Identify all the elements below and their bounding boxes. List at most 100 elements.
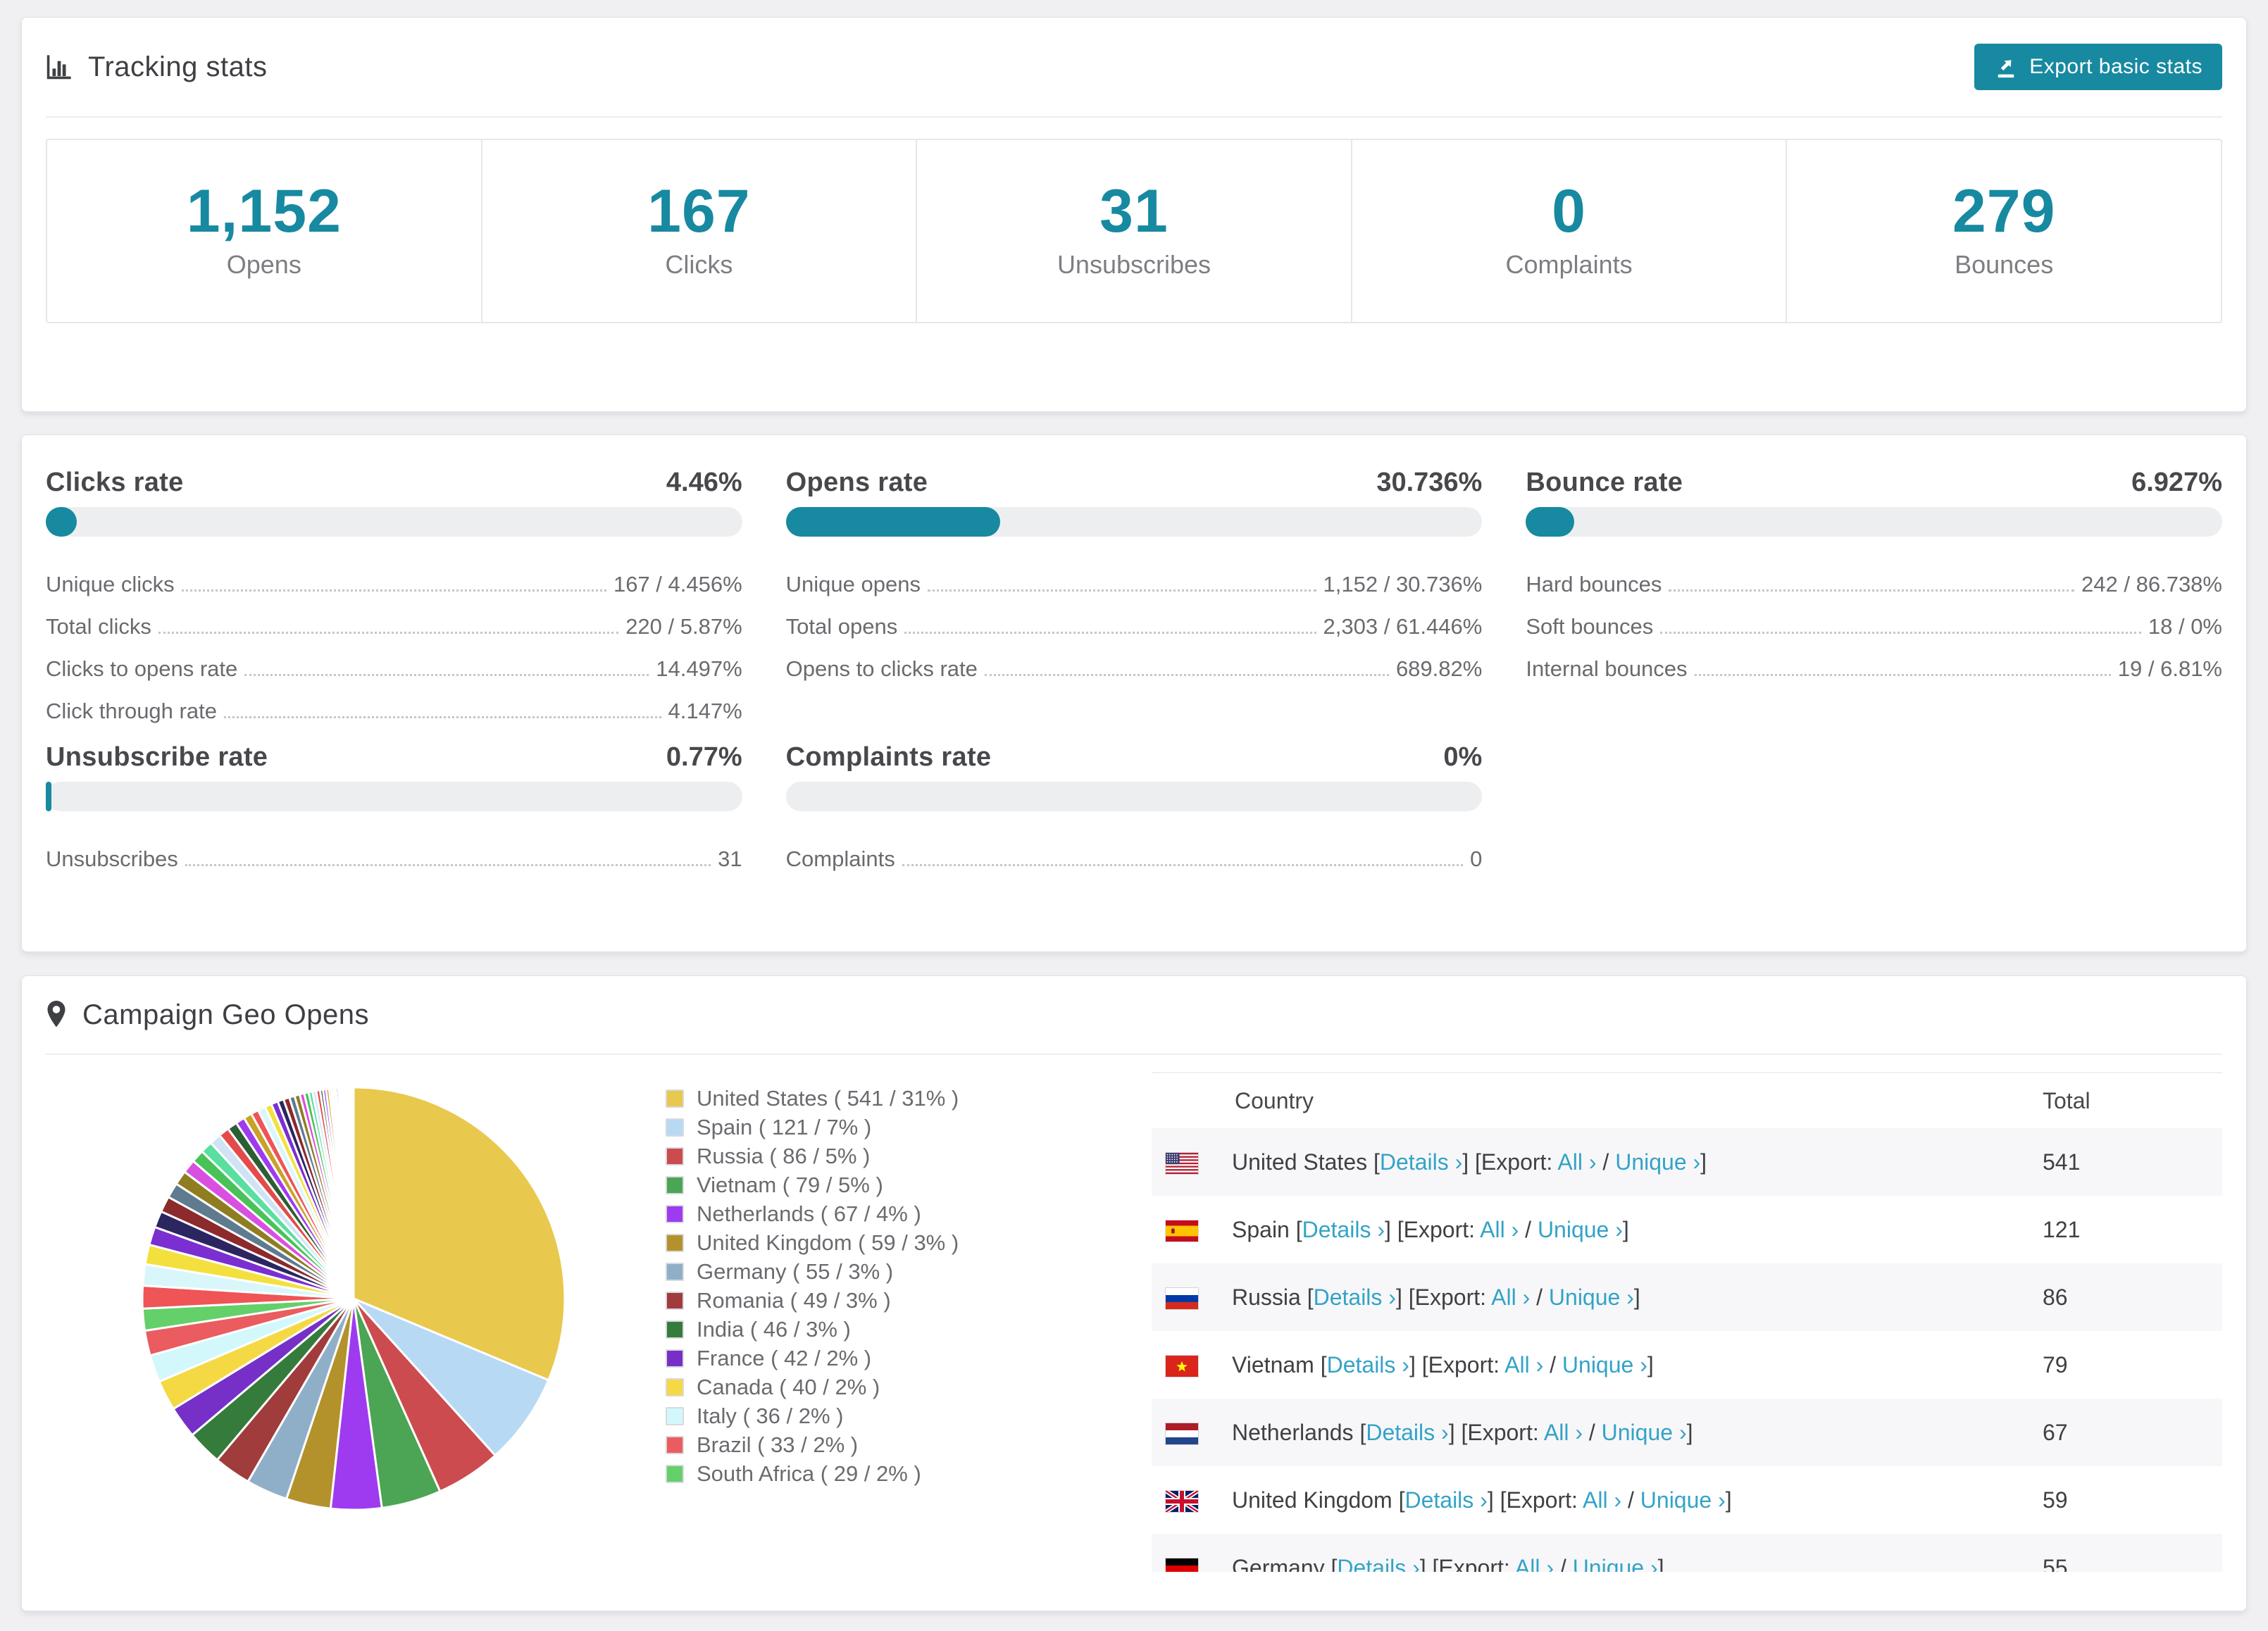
export-all-link[interactable]: All › [1480, 1217, 1519, 1242]
legend-item: Russia ( 86 / 5% ) [666, 1144, 1152, 1169]
export-unique-link[interactable]: Unique › [1549, 1285, 1634, 1310]
legend-label: Netherlands ( 67 / 4% ) [697, 1201, 921, 1226]
legend-item: Germany ( 55 / 3% ) [666, 1259, 1152, 1285]
geo-pie-chart [46, 1072, 666, 1572]
legend-label: Brazil ( 33 / 2% ) [697, 1432, 859, 1457]
export-button-label: Export basic stats [2029, 55, 2202, 78]
dotted-leader [223, 716, 661, 718]
export-all-link[interactable]: All › [1583, 1487, 1621, 1513]
legend-item: United Kingdom ( 59 / 3% ) [666, 1230, 1152, 1256]
legend-label: Russia ( 86 / 5% ) [697, 1144, 871, 1168]
legend-swatch [666, 1205, 684, 1223]
bar-chart-icon [46, 54, 73, 80]
country-cell: Netherlands [Details ›] [Export: All › /… [1152, 1399, 2043, 1466]
rate-detail-label: Internal bounces [1526, 656, 1688, 681]
export-all-link[interactable]: All › [1504, 1352, 1543, 1377]
tracking-stats-header: Tracking stats Export basic stats [46, 18, 2222, 116]
country-cell: United Kingdom [Details ›] [Export: All … [1152, 1466, 2043, 1534]
rate-title: Clicks rate [46, 468, 184, 497]
rate-progress-track [46, 507, 742, 537]
dotted-leader [1660, 632, 2141, 634]
rate-section-unsubscribe-rate: Unsubscribe rate 0.77% Unsubscribes 31 [46, 742, 742, 872]
rate-detail-row: Complaints 0 [786, 846, 1483, 872]
details-link[interactable]: Details › [1302, 1217, 1385, 1242]
rate-detail-label: Clicks to opens rate [46, 656, 238, 681]
rate-detail-label: Unique opens [785, 572, 921, 596]
rate-detail-row: Clicks to opens rate 14.497% [46, 656, 742, 682]
rate-section-clicks-rate: Clicks rate 4.46% Unique clicks 167 / 4.456… [46, 468, 742, 724]
geo-body: United States ( 541 / 31% ) Spain ( 121 /… [46, 1072, 2222, 1572]
rate-title: Opens rate [785, 468, 928, 497]
pie-chart-svg [141, 1086, 566, 1511]
stat-label: Bounces [1955, 250, 2054, 280]
tracking-dashboard-page: Tracking stats Export basic stats 1,152 O… [0, 17, 2268, 1631]
rate-detail-label: Soft bounces [1526, 614, 1654, 639]
rate-value: 0.77% [666, 742, 742, 772]
rate-detail-row: Hard bounces 242 / 86.738% [1526, 572, 2222, 597]
legend-label: Canada ( 40 / 2% ) [697, 1375, 880, 1399]
geo-table-row-nl: Netherlands [Details ›] [Export: All › /… [1152, 1399, 2222, 1466]
stat-box-complaints: 0 Complaints [1350, 140, 1786, 323]
legend-label: United States ( 541 / 31% ) [697, 1086, 959, 1111]
export-unique-link[interactable]: Unique › [1640, 1487, 1726, 1513]
flag-de-icon [1165, 1558, 1199, 1572]
export-unique-link[interactable]: Unique › [1573, 1555, 1658, 1573]
rate-detail-row: Total clicks 220 / 5.87% [46, 614, 742, 639]
rate-detail-value: 4.147% [668, 699, 742, 723]
stat-label: Clicks [665, 250, 733, 280]
legend-swatch [666, 1465, 684, 1483]
geo-table-row-de: Germany [Details ›] [Export: All › / Uni… [1152, 1534, 2222, 1572]
legend-item: Italy ( 36 / 2% ) [666, 1404, 1152, 1429]
rate-detail-label: Hard bounces [1526, 572, 1662, 596]
details-link[interactable]: Details › [1337, 1555, 1419, 1573]
stat-value: 167 [647, 177, 751, 245]
export-all-link[interactable]: All › [1557, 1149, 1596, 1175]
export-all-link[interactable]: All › [1491, 1285, 1530, 1310]
total-cell: 79 [2043, 1351, 2068, 1377]
legend-label: Germany ( 55 / 3% ) [697, 1259, 894, 1284]
rate-detail-value: 1,152 / 30.736% [1323, 572, 1483, 596]
country-cell: Spain [Details ›] [Export: All › / Uniqu… [1152, 1196, 2043, 1263]
dotted-leader [1694, 674, 2111, 676]
details-link[interactable]: Details › [1404, 1487, 1487, 1513]
rate-detail-row: Total opens 2,303 / 61.446% [786, 614, 1483, 639]
flag-es-icon [1165, 1220, 1199, 1243]
rate-progress-fill [46, 782, 51, 811]
legend-swatch [666, 1320, 684, 1339]
stat-box-unsubscribes: 31 Unsubscribes [916, 140, 1351, 323]
country-name: Netherlands [1232, 1419, 1354, 1445]
geo-table-row-es: Spain [Details ›] [Export: All › / Uniqu… [1152, 1196, 2222, 1263]
details-link[interactable]: Details › [1314, 1285, 1396, 1310]
export-all-link[interactable]: All › [1515, 1555, 1554, 1573]
rates-card: Clicks rate 4.46% Unique clicks 167 / 4.456… [21, 435, 2247, 952]
pie-slice [351, 1086, 355, 1300]
export-unique-link[interactable]: Unique › [1602, 1420, 1687, 1445]
export-unique-link[interactable]: Unique › [1562, 1352, 1647, 1377]
map-pin-icon [46, 1000, 67, 1030]
legend-label: France ( 42 / 2% ) [697, 1346, 872, 1370]
details-link[interactable]: Details › [1327, 1352, 1409, 1377]
legend-item: France ( 42 / 2% ) [666, 1346, 1152, 1371]
legend-item: Netherlands ( 67 / 4% ) [666, 1201, 1152, 1227]
flag-vn-icon [1165, 1355, 1199, 1378]
rate-title: Bounce rate [1526, 468, 1683, 497]
stat-label: Complaints [1505, 250, 1633, 280]
export-unique-link[interactable]: Unique › [1538, 1217, 1623, 1242]
campaign-geo-opens-card: Campaign Geo Opens United States ( 541 /… [21, 975, 2247, 1611]
stat-value: 279 [1952, 177, 2056, 245]
export-basic-stats-button[interactable]: Export basic stats [1974, 44, 2222, 90]
rate-title: Complaints rate [785, 742, 992, 772]
geo-title: Campaign Geo Opens [82, 999, 370, 1030]
rate-detail-value: 2,303 / 61.446% [1323, 614, 1483, 639]
legend-swatch [666, 1176, 684, 1194]
details-link[interactable]: Details › [1380, 1149, 1462, 1175]
export-all-link[interactable]: All › [1544, 1420, 1583, 1445]
total-cell: 55 [2043, 1554, 2068, 1573]
export-unique-link[interactable]: Unique › [1615, 1149, 1700, 1175]
dotted-leader [185, 864, 711, 866]
total-cell: 541 [2043, 1149, 2081, 1175]
details-link[interactable]: Details › [1366, 1420, 1448, 1445]
rate-progress-track [785, 507, 1483, 537]
rate-detail-row: Internal bounces 19 / 6.81% [1526, 656, 2222, 682]
legend-item: Brazil ( 33 / 2% ) [666, 1432, 1152, 1458]
